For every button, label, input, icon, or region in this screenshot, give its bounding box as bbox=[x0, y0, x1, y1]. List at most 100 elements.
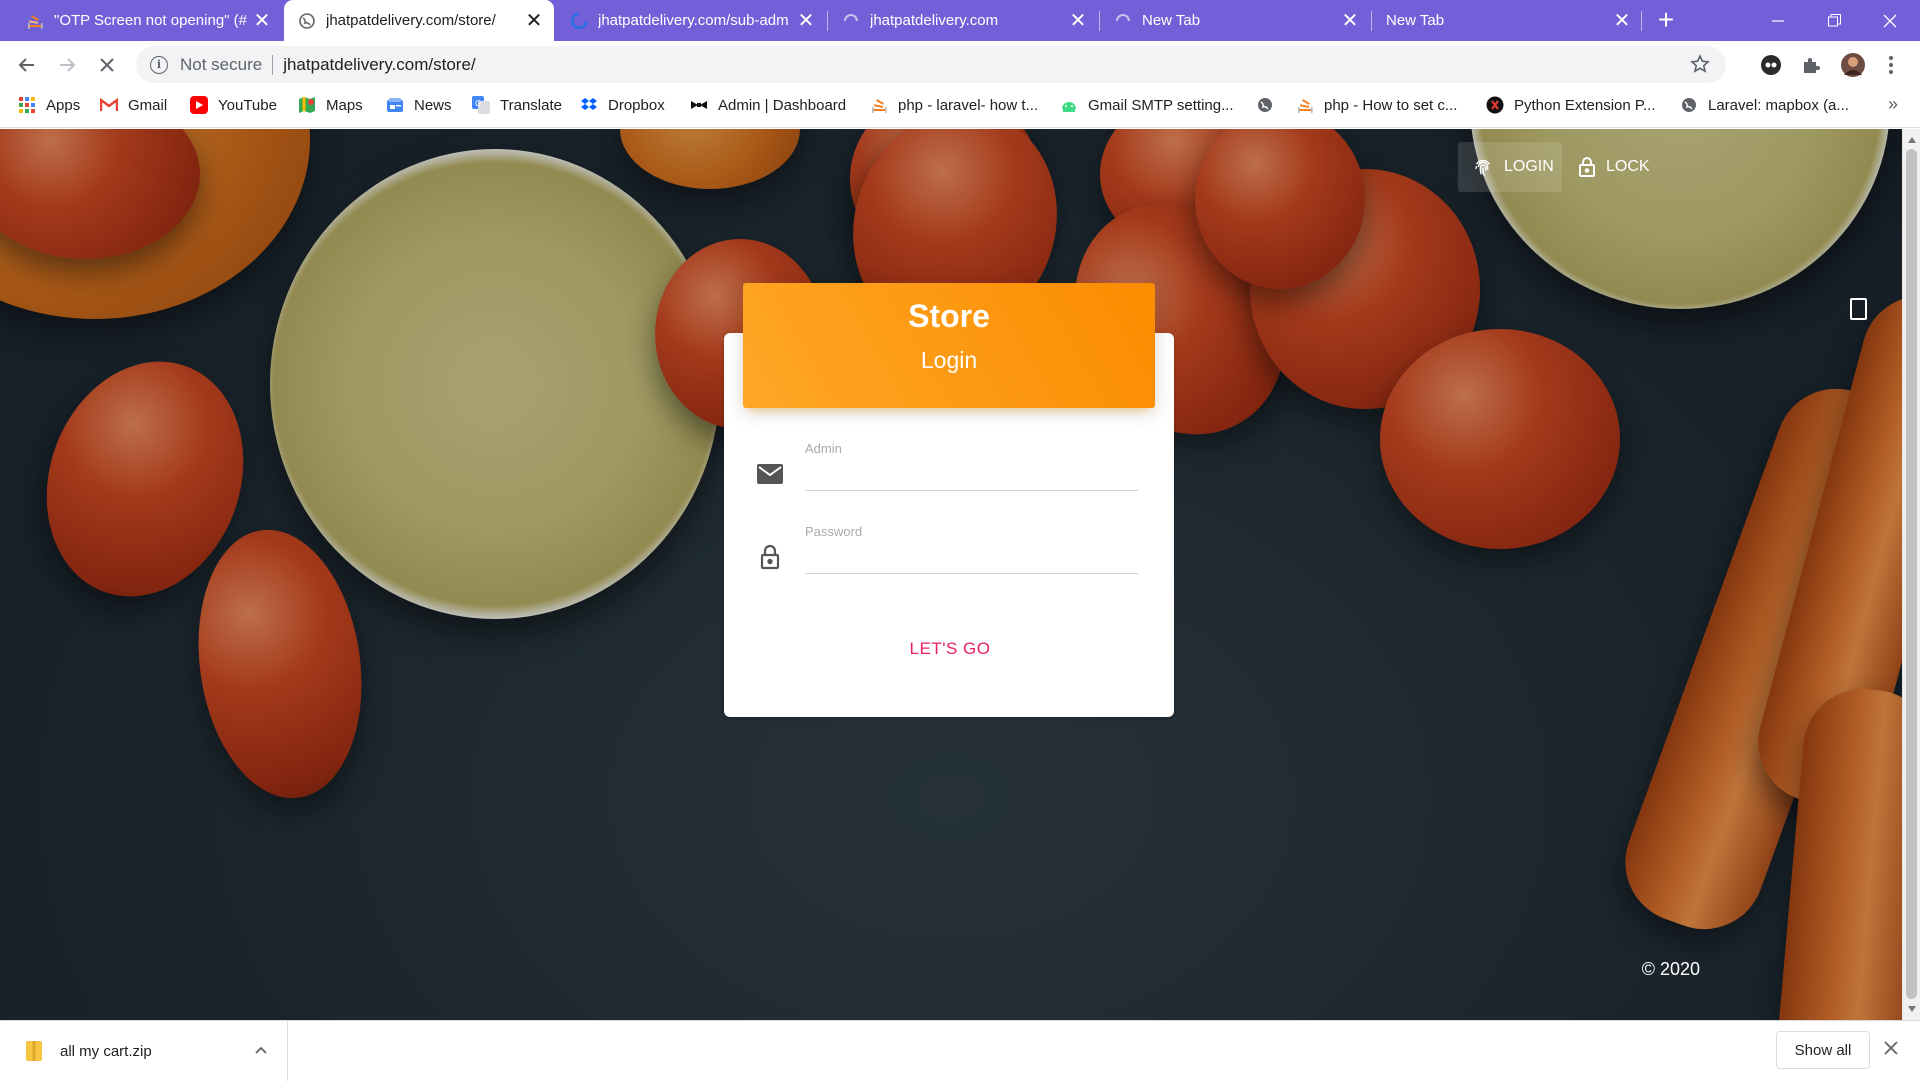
translate-icon: G bbox=[472, 96, 490, 114]
zip-file-icon bbox=[26, 1041, 42, 1061]
tab-sub-admin[interactable]: jhatpatdelivery.com/sub-adm ✕ bbox=[556, 0, 826, 41]
close-icon[interactable] bbox=[1884, 1039, 1898, 1059]
new-tab-button[interactable]: + bbox=[1652, 6, 1680, 35]
youtube-icon bbox=[190, 96, 208, 114]
tab-new-2[interactable]: New Tab ✕ bbox=[1372, 0, 1642, 41]
admin-input[interactable] bbox=[805, 459, 1138, 491]
download-item[interactable]: all my cart.zip bbox=[0, 1021, 288, 1081]
bookmark-translate[interactable]: G Translate bbox=[472, 88, 562, 122]
gmail-icon bbox=[100, 96, 118, 114]
bookmark-label: Python Extension P... bbox=[1514, 96, 1656, 114]
bookmark-php-how-to-set[interactable]: php - How to set c... bbox=[1296, 88, 1457, 122]
copyright-text: © 2020 bbox=[1641, 959, 1700, 979]
login-card-header: Store Login bbox=[743, 283, 1155, 408]
tab-title: jhatpatdelivery.com/store/ bbox=[326, 12, 496, 29]
bookmark-label: News bbox=[414, 96, 452, 114]
password-field-label: Password bbox=[805, 524, 863, 539]
bookmark-dropbox[interactable]: Dropbox bbox=[580, 88, 665, 122]
close-icon[interactable]: ✕ bbox=[522, 9, 546, 33]
forward-button[interactable] bbox=[52, 50, 82, 80]
close-icon[interactable]: ✕ bbox=[1610, 9, 1634, 33]
profile-avatar[interactable] bbox=[1838, 50, 1868, 80]
stackoverflow-icon bbox=[870, 96, 888, 114]
close-icon[interactable]: ✕ bbox=[1338, 9, 1362, 33]
bookmark-gmail[interactable]: Gmail bbox=[100, 88, 167, 122]
tab-title: New Tab bbox=[1142, 12, 1201, 29]
bookmark-maps[interactable]: Maps bbox=[298, 88, 363, 122]
nav-login-link[interactable]: LOGIN bbox=[1458, 142, 1562, 192]
bookmark-php-laravel[interactable]: php - laravel- how t... bbox=[870, 88, 1038, 122]
show-all-downloads-button[interactable]: Show all bbox=[1776, 1031, 1870, 1069]
bookmark-label: Maps bbox=[326, 96, 363, 114]
bookmark-globe[interactable] bbox=[1256, 88, 1284, 122]
stop-loading-button[interactable] bbox=[92, 50, 122, 80]
nav-lock-label: LOCK bbox=[1606, 158, 1650, 175]
dropbox-icon bbox=[580, 96, 598, 114]
window-close-icon[interactable] bbox=[1862, 0, 1918, 41]
tab-store-active[interactable]: jhatpatdelivery.com/store/ ✕ bbox=[284, 0, 554, 41]
scroll-up-arrow-icon[interactable] bbox=[1908, 137, 1916, 143]
maps-icon bbox=[298, 96, 316, 114]
bookmark-label: Dropbox bbox=[608, 96, 665, 114]
close-icon[interactable]: ✕ bbox=[1066, 9, 1090, 33]
scroll-down-arrow-icon[interactable] bbox=[1908, 1006, 1916, 1012]
back-button[interactable] bbox=[12, 50, 42, 80]
tab-title: jhatpatdelivery.com bbox=[870, 12, 999, 29]
card-title: Store bbox=[908, 298, 990, 334]
url-text[interactable]: jhatpatdelivery.com/store/ bbox=[283, 55, 475, 75]
page-scrollbar[interactable] bbox=[1902, 129, 1920, 1020]
lock-icon bbox=[1578, 156, 1596, 178]
bookmark-label: Apps bbox=[46, 96, 81, 114]
bookmark-star-icon[interactable] bbox=[1690, 54, 1710, 78]
download-shelf: all my cart.zip Show all bbox=[0, 1020, 1920, 1081]
loading-spinner-icon bbox=[1114, 12, 1132, 30]
settings-plugin-button[interactable] bbox=[1850, 298, 1867, 320]
bookmark-admin-dashboard[interactable]: Admin | Dashboard bbox=[690, 88, 846, 122]
bowtie-icon bbox=[690, 96, 708, 114]
android-icon bbox=[1060, 96, 1078, 114]
svg-text:G: G bbox=[475, 99, 481, 108]
lets-go-button[interactable]: LET'S GO bbox=[870, 629, 1030, 669]
tab-title: New Tab bbox=[1386, 12, 1445, 29]
bookmark-label: Gmail bbox=[128, 96, 168, 114]
chevron-up-icon[interactable] bbox=[255, 1041, 267, 1059]
password-input[interactable] bbox=[805, 542, 1138, 574]
tab-jhatpat[interactable]: jhatpatdelivery.com ✕ bbox=[828, 0, 1098, 41]
news-icon bbox=[386, 96, 404, 114]
lock-icon bbox=[756, 543, 784, 571]
bookmarks-overflow-button[interactable]: » bbox=[1888, 94, 1898, 115]
stackoverflow-icon bbox=[26, 12, 44, 30]
bookmark-youtube[interactable]: YouTube bbox=[190, 88, 277, 122]
bookmark-apps[interactable]: Apps bbox=[18, 88, 80, 122]
bookmark-gmail-smtp[interactable]: Gmail SMTP setting... bbox=[1060, 88, 1234, 122]
browser-toolbar: i Not secure jhatpatdelivery.com/store/ bbox=[0, 41, 1920, 88]
globe-icon bbox=[1256, 96, 1274, 114]
restore-icon[interactable] bbox=[1806, 0, 1862, 41]
tab-otp-screen[interactable]: "OTP Screen not opening" (# ✕ bbox=[12, 0, 282, 41]
loading-spinner-icon bbox=[842, 12, 860, 30]
tab-separator bbox=[1641, 11, 1642, 31]
bookmark-python-extension[interactable]: Python Extension P... bbox=[1486, 88, 1655, 122]
nav-lock-link[interactable]: LOCK bbox=[1564, 142, 1664, 192]
close-icon[interactable]: ✕ bbox=[794, 9, 818, 33]
bookmark-news[interactable]: News bbox=[386, 88, 452, 122]
tab-new-1[interactable]: New Tab ✕ bbox=[1100, 0, 1370, 41]
bookmark-label: Laravel: mapbox (a... bbox=[1708, 96, 1849, 114]
tab-title: "OTP Screen not opening" (# bbox=[54, 12, 247, 29]
bookmark-label: YouTube bbox=[218, 96, 277, 114]
close-icon[interactable]: ✕ bbox=[250, 9, 274, 33]
browser-menu-icon[interactable] bbox=[1876, 50, 1906, 80]
tab-strip: "OTP Screen not opening" (# ✕ jhatpatdel… bbox=[0, 0, 1920, 41]
address-bar[interactable]: i Not secure jhatpatdelivery.com/store/ bbox=[136, 46, 1726, 83]
info-icon[interactable]: i bbox=[150, 55, 168, 74]
scrollbar-thumb[interactable] bbox=[1906, 149, 1917, 999]
stackoverflow-icon bbox=[1296, 96, 1314, 114]
extensions-puzzle-icon[interactable] bbox=[1796, 50, 1826, 80]
security-label: Not secure bbox=[180, 54, 263, 74]
bookmark-label: Translate bbox=[500, 96, 562, 114]
bookmark-laravel-mapbox[interactable]: Laravel: mapbox (a... bbox=[1680, 88, 1849, 122]
minimize-icon[interactable] bbox=[1750, 0, 1806, 41]
download-file-name: all my cart.zip bbox=[60, 1042, 152, 1060]
globe-icon bbox=[1680, 96, 1698, 114]
extension-incognito-icon[interactable] bbox=[1756, 50, 1786, 80]
